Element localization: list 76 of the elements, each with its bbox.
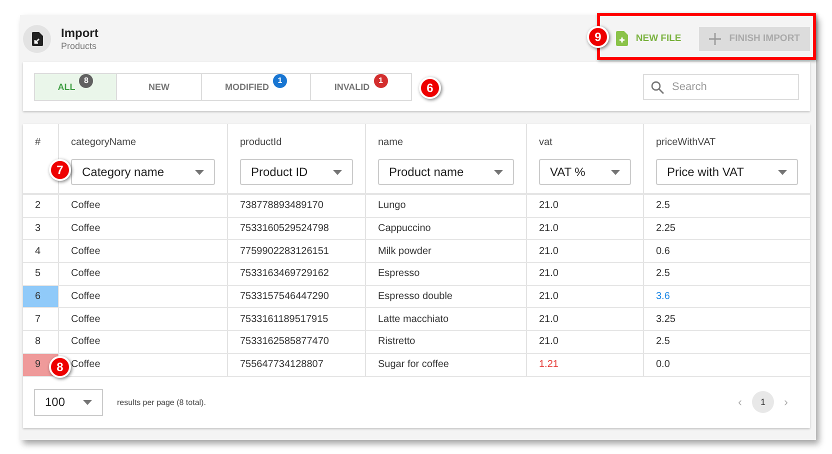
table-cell: 0.6 [644, 240, 810, 264]
table-cell: 21.0 [527, 240, 644, 264]
count-badge: 1 [374, 74, 388, 88]
row-number-cell: 4 [23, 240, 59, 264]
dropdown-caret-icon [333, 170, 342, 174]
table-cell: 1.21 [527, 354, 644, 376]
page-subtitle: Products [61, 41, 98, 51]
import-logo-icon [23, 24, 51, 52]
column-mapping-select[interactable]: Product ID [240, 159, 353, 185]
dropdown-caret-icon [494, 170, 503, 174]
table-cell: 7533160529524798 [228, 218, 366, 240]
table-cell: 738778893489170 [228, 195, 366, 218]
table-cell: 21.0 [527, 263, 644, 286]
row-number-cell: 6 [23, 286, 59, 308]
table-cell: 755647734128807 [228, 354, 366, 376]
table-cell: 0.0 [644, 354, 810, 376]
table-cell: Coffee [59, 331, 228, 354]
table-cell: Lungo [366, 195, 527, 218]
table-cell: 3.25 [644, 308, 810, 332]
column-header: vat [539, 137, 552, 148]
table-cell: 7533161189517915 [228, 308, 366, 332]
table-cell: 21.0 [527, 286, 644, 308]
table-cell: Espresso double [366, 286, 527, 308]
column-mapping-select[interactable]: Category name [71, 159, 215, 185]
table-cell: Coffee [59, 218, 228, 240]
column-mapping-select[interactable]: VAT % [539, 159, 631, 185]
column-mapping-select[interactable]: Product name [378, 159, 514, 185]
page-size-select[interactable]: 100 [34, 388, 103, 416]
dropdown-caret-icon [611, 170, 620, 174]
search-icon [651, 80, 664, 94]
table-cell: Coffee [59, 240, 228, 264]
column-header: categoryName [71, 137, 136, 148]
table-cell: 2.25 [644, 218, 810, 240]
table-cell: 21.0 [527, 308, 644, 332]
table-cell: Cappuccino [366, 218, 527, 240]
table-cell: 7533163469729162 [228, 263, 366, 286]
column-header: name [378, 137, 404, 148]
page-button[interactable]: 1 [752, 391, 774, 413]
filter-tab[interactable]: ALL 8 [35, 74, 117, 100]
table-cell: Ristretto [366, 331, 527, 354]
plus-icon [709, 32, 722, 44]
file-add-icon [616, 31, 628, 46]
table-cell: 7533162585877470 [228, 331, 366, 354]
table-cell: Latte macchiato [366, 308, 527, 332]
table-cell: Coffee [59, 308, 228, 332]
table-cell: Coffee [59, 286, 228, 308]
table-cell: 21.0 [527, 218, 644, 240]
table-cell: 2.5 [644, 195, 810, 218]
page-title: Import [61, 26, 98, 40]
results-summary: results per page (8 total). [117, 398, 206, 406]
table-cell: 7759902283126151 [228, 240, 366, 264]
dropdown-caret-icon [195, 170, 204, 174]
row-number-cell: 2 [23, 195, 59, 218]
table-cell: Sugar for coffee [366, 354, 527, 376]
table-cell: Milk powder [366, 240, 527, 264]
table-cell: Coffee [59, 263, 228, 286]
table-cell: 3.6 [644, 286, 810, 308]
column-header: # [35, 137, 41, 148]
count-badge: 8 [79, 74, 94, 88]
search-field[interactable]: Search [643, 74, 799, 100]
table-cell: Coffee [59, 195, 228, 218]
row-number-cell: 3 [23, 218, 59, 240]
callout-marker: 9 [587, 26, 609, 48]
table-cell: Espresso [366, 263, 527, 286]
count-badge: 1 [273, 74, 287, 88]
table-cell: 7533157546447290 [228, 286, 366, 308]
column-header: productId [240, 137, 282, 148]
column-mapping-select[interactable]: Price with VAT [656, 159, 798, 185]
table-cell: 21.0 [527, 195, 644, 218]
table-cell: 2.5 [644, 331, 810, 354]
dropdown-caret-icon [83, 400, 92, 404]
column-header: priceWithVAT [656, 137, 716, 148]
row-number-cell: 7 [23, 308, 59, 332]
table-cell: 21.0 [527, 331, 644, 354]
dropdown-caret-icon [778, 170, 787, 174]
table-cell: 2.5 [644, 263, 810, 286]
